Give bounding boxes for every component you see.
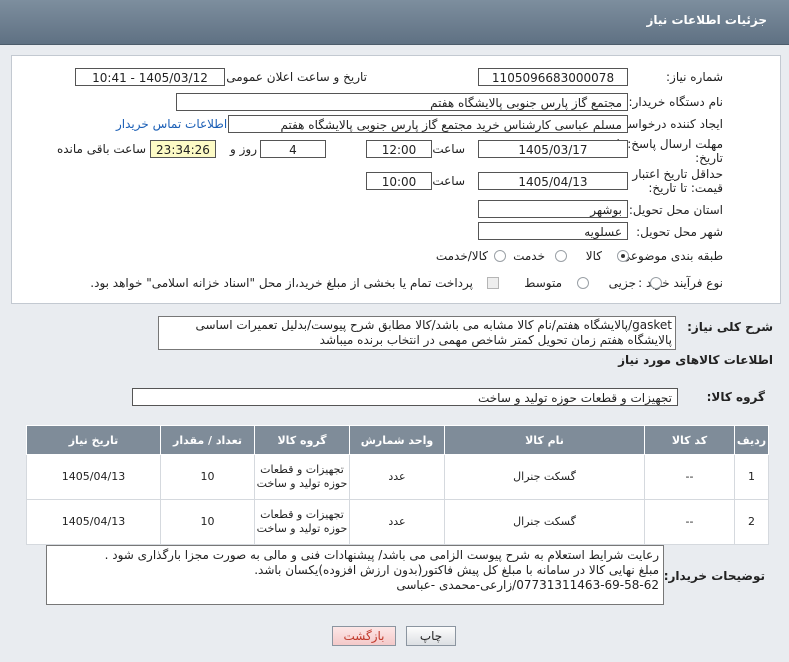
cell-unit: عدد xyxy=(349,499,445,545)
col-qty: تعداد / مقدار xyxy=(160,425,255,455)
page-title: جزئیات اطلاعات نیاز xyxy=(646,13,767,27)
buyer-notes-label: توضیحات خریدار: xyxy=(663,569,765,583)
col-unit: واحد شمارش xyxy=(349,425,445,455)
cell-name: گسکت جنرال xyxy=(444,499,645,545)
category-goods-radio[interactable] xyxy=(617,250,629,262)
col-name: نام کالا xyxy=(444,425,645,455)
announce-datetime-field: 1405/03/12 - 10:41 xyxy=(75,68,225,86)
process-minor-label: جزیی xyxy=(608,276,636,290)
need-number-field: 1105096683000078 xyxy=(478,68,628,86)
days-count-field: 4 xyxy=(260,140,326,158)
need-number-label: شماره نیاز: xyxy=(666,70,723,84)
buyer-contact-link[interactable]: اطلاعات تماس خریدار xyxy=(116,117,227,131)
buyer-notes-line-2: مبلغ نهایی کالا در سامانه با مبلغ کل پیش… xyxy=(254,563,659,577)
goods-group-field: تجهیزات و قطعات حوزه تولید و ساخت xyxy=(132,388,678,406)
goods-group-label: گروه کالا: xyxy=(706,390,765,404)
price-validity-date-field: 1405/04/13 xyxy=(478,172,628,190)
city-field: عسلویه xyxy=(478,222,628,240)
goods-table-header: ردیف کد کالا نام کالا واحد شمارش گروه کا… xyxy=(26,425,769,455)
cell-code: -- xyxy=(644,499,735,545)
col-group: گروه کالا xyxy=(254,425,350,455)
description-label: شرح کلی نیاز: xyxy=(687,320,773,334)
category-service-label: خدمت xyxy=(513,249,545,263)
cell-name: گسکت جنرال xyxy=(444,454,645,500)
col-date: تاریخ نیاز xyxy=(26,425,161,455)
description-textarea[interactable]: gasket/پالایشگاه هفتم/نام کالا مشابه می … xyxy=(158,316,676,350)
goods-table: ردیف کد کالا نام کالا واحد شمارش گروه کا… xyxy=(26,425,769,545)
category-goods-service-radio[interactable] xyxy=(494,250,506,262)
reply-time-label: ساعت xyxy=(432,142,465,156)
buyer-org-label: نام دستگاه خریدار: xyxy=(628,95,724,109)
cell-group: تجهیزات و قطعات حوزه تولید و ساخت xyxy=(254,499,350,545)
table-row: 1 -- گسکت جنرال عدد تجهیزات و قطعات حوزه… xyxy=(26,454,769,500)
category-service-radio[interactable] xyxy=(555,250,567,262)
category-goods-service-label: کالا/خدمت xyxy=(435,249,488,263)
goods-section-title: اطلاعات کالاهای مورد نیاز xyxy=(618,353,773,367)
process-minor-radio[interactable] xyxy=(650,277,662,289)
city-label: شهر محل تحویل: xyxy=(636,225,723,239)
category-goods-label: کالا xyxy=(585,249,602,263)
days-label: روز و xyxy=(230,142,257,156)
col-row: ردیف xyxy=(734,425,769,455)
back-button[interactable]: بازگشت xyxy=(332,626,396,646)
buyer-org-field: مجتمع گاز پارس جنوبی پالایشگاه هفتم xyxy=(176,93,628,111)
cell-unit: عدد xyxy=(349,454,445,500)
announce-datetime-label: تاریخ و ساعت اعلان عمومی: xyxy=(222,70,367,84)
process-medium-label: متوسط xyxy=(524,276,562,290)
cell-code: -- xyxy=(644,454,735,500)
cell-row: 1 xyxy=(734,454,769,500)
price-validity-time-field: 10:00 xyxy=(366,172,432,190)
reply-date-field: 1405/03/17 xyxy=(478,140,628,158)
buyer-notes-line-3: 07731311463-69-58-62/زارعی-محمدی -عباسی xyxy=(396,578,659,592)
print-button[interactable]: چاپ xyxy=(406,626,456,646)
province-field: بوشهر xyxy=(478,200,628,218)
cell-qty: 10 xyxy=(160,499,255,545)
cell-date: 1405/04/13 xyxy=(26,454,161,500)
table-row: 2 -- گسکت جنرال عدد تجهیزات و قطعات حوزه… xyxy=(26,499,769,545)
creator-label: ایجاد کننده درخواست: xyxy=(612,117,723,131)
buyer-notes-textarea[interactable]: رعایت شرایط استعلام به شرح پیوست الزامی … xyxy=(46,545,664,605)
price-validity-label: حداقل تاریخ اعتبار قیمت: تا تاریخ: xyxy=(632,167,723,195)
reply-time-field: 12:00 xyxy=(366,140,432,158)
province-label: استان محل تحویل: xyxy=(628,203,723,217)
cell-qty: 10 xyxy=(160,454,255,500)
category-label: طبقه بندی موضوعی: xyxy=(616,249,723,263)
remaining-time-label: ساعت باقی مانده xyxy=(56,142,146,156)
treasury-payment-note: پرداخت تمام یا بخشی از مبلغ خرید،از محل … xyxy=(90,276,473,290)
remaining-time-field: 23:34:26 xyxy=(150,140,216,158)
process-medium-radio[interactable] xyxy=(577,277,589,289)
col-code: کد کالا xyxy=(644,425,735,455)
cell-date: 1405/04/13 xyxy=(26,499,161,545)
creator-field: مسلم عباسی کارشناس خرید مجتمع گاز پارس ج… xyxy=(228,115,628,133)
treasury-payment-checkbox[interactable] xyxy=(487,277,499,289)
buyer-notes-line-1: رعایت شرایط استعلام به شرح پیوست الزامی … xyxy=(104,548,659,562)
cell-row: 2 xyxy=(734,499,769,545)
price-validity-time-label: ساعت xyxy=(432,174,465,188)
reply-deadline-label: مهلت ارسال پاسخ: تا تاریخ: xyxy=(616,137,723,165)
cell-group: تجهیزات و قطعات حوزه تولید و ساخت xyxy=(254,454,350,500)
